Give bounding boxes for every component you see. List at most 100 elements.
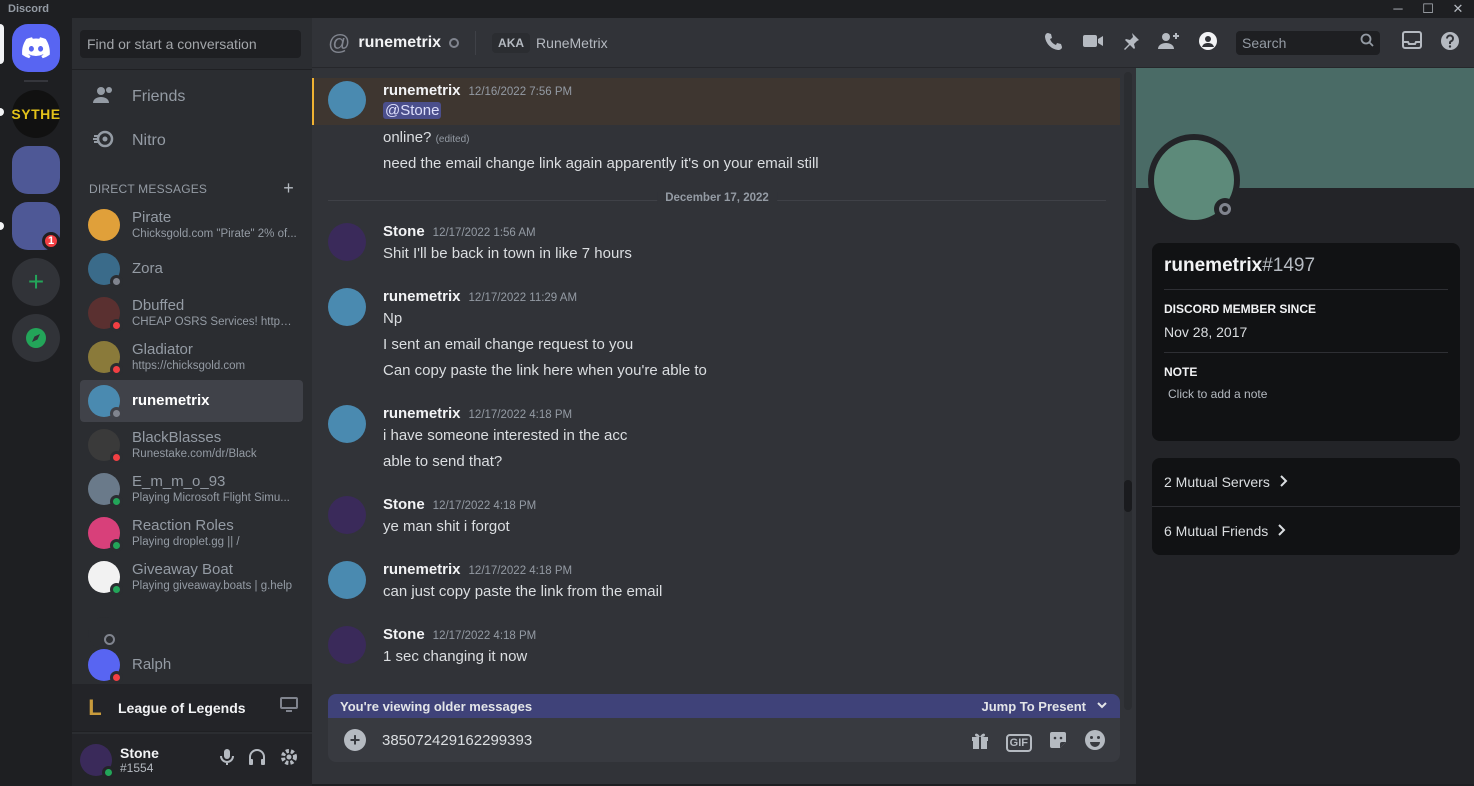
- message-text: need the email change link again apparen…: [383, 155, 819, 172]
- friends-icon: [92, 86, 116, 109]
- divider: [1164, 352, 1448, 353]
- server-folder-1[interactable]: [12, 146, 60, 194]
- message-list: runemetrix 12/16/2022 7:56 PM @Stone onli…: [312, 68, 1122, 698]
- create-dm-button[interactable]: +: [283, 179, 294, 197]
- headphones-icon[interactable]: [248, 748, 266, 771]
- note-label: Note: [1164, 365, 1198, 379]
- message-text: can just copy paste the link from the em…: [383, 583, 663, 600]
- nav-friends[interactable]: Friends: [80, 76, 303, 118]
- message-avatar[interactable]: [328, 561, 366, 599]
- gift-icon[interactable]: [970, 730, 990, 755]
- mutual-servers-label: 2 Mutual Servers: [1164, 474, 1270, 490]
- dm-item-pirate[interactable]: Pirate Chicksgold.com "Pirate" 2% of...: [80, 204, 303, 246]
- message-author[interactable]: Stone: [383, 626, 425, 643]
- dm-name: Ralph: [132, 656, 172, 673]
- mutual-servers-button[interactable]: 2 Mutual Servers: [1152, 458, 1460, 506]
- message-text: 1 sec changing it now: [383, 648, 528, 665]
- add-friend-to-dm-icon[interactable]: [1158, 32, 1180, 56]
- discord-logo-icon: [22, 37, 50, 59]
- edited-label: (edited): [435, 134, 470, 145]
- search-icon: [1360, 33, 1374, 51]
- message-composer[interactable]: + 385072429162299393 GIF: [328, 718, 1120, 762]
- message-avatar[interactable]: [328, 81, 366, 119]
- user-tag: #1554: [120, 761, 154, 775]
- emoji-icon[interactable]: [1084, 729, 1106, 756]
- monitor-icon[interactable]: [280, 697, 298, 718]
- search-input[interactable]: Search: [1236, 31, 1380, 55]
- message-avatar[interactable]: [328, 496, 366, 534]
- status-dnd-icon: [110, 451, 123, 464]
- message-avatar[interactable]: [328, 405, 366, 443]
- inbox-icon[interactable]: [1402, 31, 1422, 57]
- server-separator: [24, 80, 48, 82]
- message-author[interactable]: runemetrix: [383, 288, 461, 305]
- dm-name: Dbuffed: [132, 297, 185, 314]
- explore-button[interactable]: [12, 314, 60, 362]
- divider: [72, 69, 312, 70]
- home-button[interactable]: [12, 24, 60, 72]
- status-offline-icon: [1214, 198, 1236, 220]
- chat-scrollbar-thumb[interactable]: [1124, 480, 1132, 512]
- help-icon[interactable]: [1440, 31, 1460, 57]
- dm-status-text: Runestake.com/dr/Black: [132, 448, 257, 460]
- video-call-icon[interactable]: [1082, 33, 1104, 55]
- message-text: Shit I'll be back in town in like 7 hour…: [383, 245, 632, 262]
- message-author[interactable]: runemetrix: [383, 561, 461, 578]
- note-input[interactable]: Click to add a note: [1164, 387, 1448, 401]
- message-avatar[interactable]: [328, 223, 366, 261]
- dm-item-zora[interactable]: Zora: [80, 248, 303, 290]
- pin-icon[interactable]: [1122, 32, 1140, 56]
- status-offline-icon: [449, 37, 460, 48]
- microphone-icon[interactable]: [220, 748, 234, 771]
- gif-button[interactable]: GIF: [1005, 733, 1032, 752]
- profile-card: runemetrix#1497 Discord Member Since Nov…: [1152, 243, 1460, 441]
- dm-item-gladiator[interactable]: Gladiator https://chicksgold.com: [80, 336, 303, 378]
- dm-item-dbuffed[interactable]: Dbuffed CHEAP OSRS Services! https:...: [80, 292, 303, 334]
- sticker-icon[interactable]: [1048, 730, 1068, 755]
- chat-scrollbar-track[interactable]: [1124, 72, 1132, 710]
- message-input[interactable]: 385072429162299393: [382, 732, 532, 749]
- user-mention[interactable]: @Stone: [383, 102, 442, 119]
- dm-name: Pirate: [132, 209, 172, 226]
- message-author[interactable]: Stone: [383, 223, 425, 240]
- avatar: [88, 561, 123, 596]
- message-text: ye man shit i forgot: [383, 518, 510, 535]
- message-author[interactable]: Stone: [383, 496, 425, 513]
- close-icon[interactable]: ✕: [1450, 1, 1466, 17]
- message-text: I sent an email change request to you: [383, 336, 634, 353]
- attach-plus-icon[interactable]: +: [344, 729, 366, 751]
- window-controls: ─ ☐ ✕: [1390, 1, 1466, 17]
- maximize-icon[interactable]: ☐: [1420, 1, 1436, 17]
- message-avatar[interactable]: [328, 288, 366, 326]
- message-avatar[interactable]: [328, 626, 366, 664]
- dm-item-giveaway-boat[interactable]: Giveaway Boat Playing giveaway.boats | g.…: [80, 556, 303, 598]
- plus-icon: +: [27, 266, 45, 297]
- find-conversation-button[interactable]: Find or start a conversation: [80, 30, 301, 58]
- user-profile-toggle-icon[interactable]: [1198, 31, 1218, 57]
- jump-to-present-button[interactable]: Jump To Present: [981, 699, 1108, 714]
- server-sythe[interactable]: SYTHE: [11, 90, 60, 138]
- chat-header: @ runemetrix AKA RuneMetrix Search: [312, 18, 1474, 68]
- dm-item-reaction-roles[interactable]: Reaction Roles Playing droplet.gg || /: [80, 512, 303, 554]
- dm-item-ralph[interactable]: Ralph: [80, 644, 303, 686]
- channel-name: runemetrix: [358, 33, 442, 51]
- add-server-button[interactable]: +: [12, 258, 60, 306]
- user-avatar[interactable]: [80, 744, 115, 779]
- message-timestamp: 12/16/2022 7:56 PM: [468, 86, 573, 98]
- mention-badge: 1: [42, 232, 60, 250]
- aka-label: AKA: [492, 32, 531, 53]
- settings-gear-icon[interactable]: [280, 748, 298, 771]
- chevron-right-icon: [1278, 474, 1288, 490]
- message-author[interactable]: runemetrix: [383, 405, 461, 422]
- message-author[interactable]: runemetrix: [383, 82, 461, 99]
- nav-nitro[interactable]: Nitro: [80, 120, 303, 162]
- divider: [475, 30, 477, 55]
- minimize-icon[interactable]: ─: [1390, 1, 1406, 17]
- dm-item-emmo93[interactable]: E_m_m_o_93 Playing Microsoft Flight Simu.…: [80, 468, 303, 510]
- dm-item-runemetrix[interactable]: runemetrix: [80, 380, 303, 422]
- voice-call-icon[interactable]: [1044, 31, 1064, 57]
- message-text: online?: [383, 129, 432, 146]
- mutual-friends-button[interactable]: 6 Mutual Friends: [1152, 506, 1460, 554]
- dm-item-blackblasses[interactable]: BlackBlasses Runestake.com/dr/Black: [80, 424, 303, 466]
- direct-messages-header: Direct Messages +: [89, 179, 294, 197]
